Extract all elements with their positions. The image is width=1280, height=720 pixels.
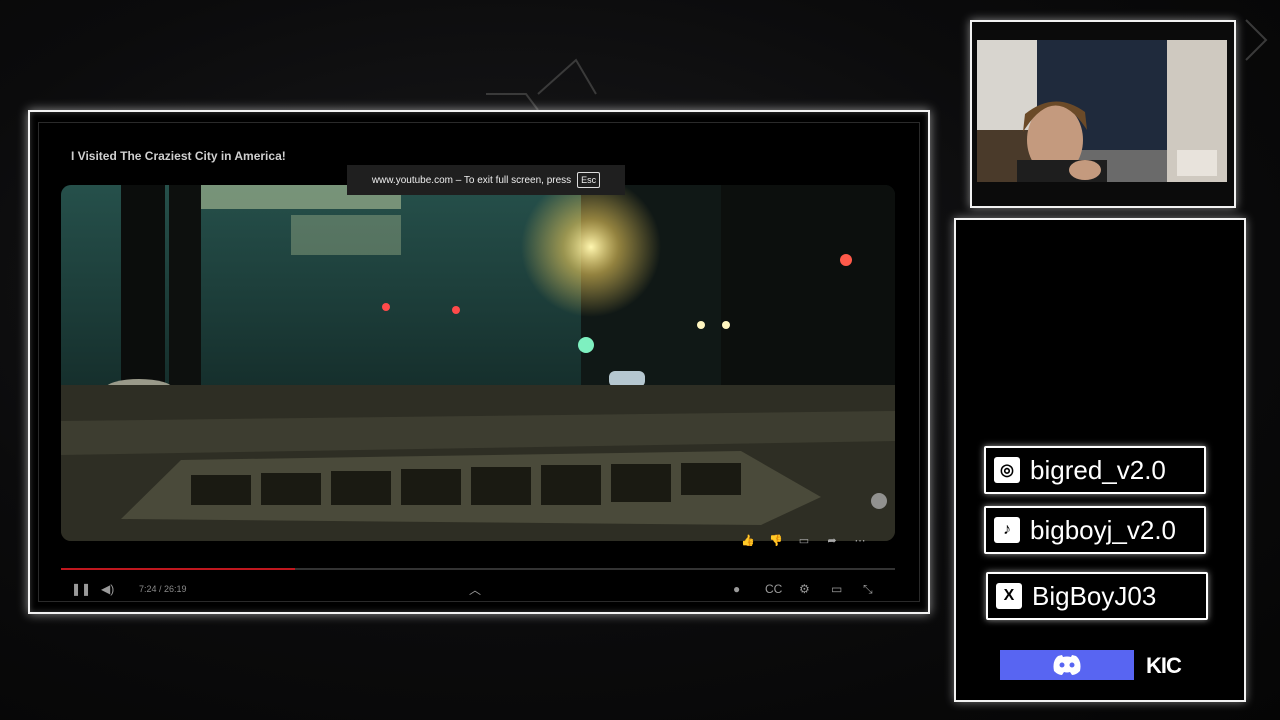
exit-fullscreen-icon[interactable]: ⤡ xyxy=(863,581,873,597)
pause-icon[interactable]: ❚❚ xyxy=(71,581,91,597)
tiktok-icon: ♪ xyxy=(994,517,1020,543)
city-street-scene xyxy=(61,185,895,541)
fullscreen-notice: www.youtube.com – To exit full screen, p… xyxy=(347,165,625,195)
video-player[interactable]: I Visited The Craziest City in America! xyxy=(38,122,920,602)
volume-icon[interactable]: ◀) xyxy=(101,581,114,597)
player-controls: ❚❚ ◀) 7:24 / 26:19 ︿ ● CC ⚙ ▭ ⤡ xyxy=(61,579,895,601)
video-player-frame: I Visited The Craziest City in America! xyxy=(28,110,930,614)
video-title: I Visited The Craziest City in America! xyxy=(71,149,286,163)
social-tiktok[interactable]: ♪ bigboyj_v2.0 xyxy=(984,506,1206,554)
chat-panel: ◎ bigred_v2.0 ♪ bigboyj_v2.0 X BigBoyJ03… xyxy=(954,218,1246,702)
hex-decoration xyxy=(486,58,597,111)
tiktok-handle: bigboyj_v2.0 xyxy=(1030,514,1176,545)
share-icon[interactable]: ➦ xyxy=(825,533,839,547)
thumbs-up-icon[interactable]: 👍 xyxy=(741,533,755,547)
kick-logo[interactable]: KIC xyxy=(1146,653,1182,679)
x-handle: BigBoyJ03 xyxy=(1032,580,1157,611)
comment-icon[interactable]: ▭ xyxy=(797,533,811,547)
x-icon: X xyxy=(996,583,1022,609)
esc-key: Esc xyxy=(577,172,601,188)
webcam-feed xyxy=(977,40,1227,182)
social-instagram[interactable]: ◎ bigred_v2.0 xyxy=(984,446,1206,494)
autoplay-icon[interactable]: ● xyxy=(733,581,740,597)
thumbs-down-icon[interactable]: 👎 xyxy=(769,533,783,547)
video-frame[interactable] xyxy=(61,185,895,541)
discord-icon xyxy=(1053,655,1081,675)
webcam-frame xyxy=(970,20,1236,208)
fullscreen-notice-text: www.youtube.com – To exit full screen, p… xyxy=(371,174,572,186)
action-bar: 👍 👎 ▭ ➦ ⋯ xyxy=(741,533,867,547)
discord-badge[interactable] xyxy=(1000,650,1134,680)
social-x[interactable]: X BigBoyJ03 xyxy=(986,572,1208,620)
chevron-up-icon[interactable]: ︿ xyxy=(469,581,481,597)
progress-fill xyxy=(61,568,295,570)
instagram-handle: bigred_v2.0 xyxy=(1030,454,1166,485)
settings-icon[interactable]: ⚙ xyxy=(799,581,810,597)
time-display: 7:24 / 26:19 xyxy=(139,584,187,594)
cast-icon[interactable]: ▭ xyxy=(831,581,842,597)
progress-bar[interactable] xyxy=(61,568,895,570)
instagram-icon: ◎ xyxy=(994,457,1020,483)
more-icon[interactable]: ⋯ xyxy=(853,533,867,547)
captions-icon[interactable]: CC xyxy=(765,581,782,597)
hex-decoration xyxy=(1245,19,1268,61)
